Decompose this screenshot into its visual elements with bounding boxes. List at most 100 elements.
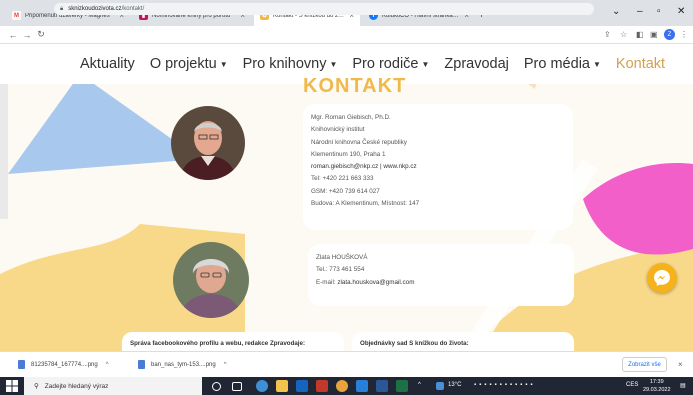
close-icon[interactable]: × [678,360,683,369]
contact-line: Národní knihovna České republiky [311,138,407,146]
contact-card-zlata-houskova: Zlata HOUŠKOVÁ Tel.: 773 461 554 E-mail:… [308,244,574,306]
edge-icon[interactable] [256,380,268,392]
box-heading: Objednávky sad S knížkou do života: [360,340,469,347]
menu-label: Pro rodiče [352,56,419,72]
star-icon[interactable]: ☆ [620,30,627,39]
download-filename: 81235784_167774....png [31,361,98,368]
info-box-facebook: Správa facebookového profilu a webu, red… [122,332,344,351]
menu-label: Aktuality [80,56,135,72]
menu-label: Pro knihovny [242,56,327,72]
notifications-icon[interactable]: ▤ [680,382,686,389]
contact-line: Knihovnický institut [311,126,365,134]
search-placeholder: Zadejte hledaný výraz [44,382,109,390]
menu-item-pro-media[interactable]: Pro média ▼ [524,56,601,72]
menu-label: Zpravodaj [444,56,509,72]
chrome-icon[interactable] [336,380,348,392]
file-icon [138,360,145,369]
menu-item-zpravodaj[interactable]: Zpravodaj [444,56,508,72]
cortana-icon[interactable] [212,382,221,391]
show-all-downloads-button[interactable]: Zobrazit vše [622,357,667,372]
portrait-man [171,106,245,180]
chevron-up-icon[interactable]: ^ [224,362,227,368]
profile-avatar[interactable]: Z [664,29,675,40]
url-input[interactable]: 🔒︎ sknizkoudozivota.cz/kontakt/ [54,3,594,15]
chevron-down-icon: ▼ [592,59,601,69]
minimize-icon[interactable]: – [637,6,643,17]
weather-temperature[interactable]: 13°C [448,382,461,388]
kebab-menu-icon[interactable]: ⋮ [680,30,688,39]
excel-icon[interactable] [396,380,408,392]
page-title: KONTAKT [303,77,407,93]
system-tray-icons[interactable]: ▪▪▪▪▪▪▪▪▪▪▪▪ [474,382,536,388]
contact-line: Budova: A Klementinum, Místnost: 147 [311,200,420,208]
download-filename: ban_nas_tym-153....png [151,361,216,368]
contact-card-roman-giebisch: Mgr. Roman Giebisch, Ph.D. Knihovnický i… [303,104,573,230]
file-explorer-icon[interactable] [276,380,288,392]
email-label: E-mail: [316,278,336,286]
download-item[interactable]: ban_nas_tym-153....png ^ [138,360,227,369]
store-icon[interactable] [296,380,308,392]
contact-line: GSM: +420 739 614 027 [311,187,380,195]
contact-phone: Tel.: 773 461 554 [316,266,365,274]
menu-item-pro-rodice[interactable]: Pro rodiče ▼ [352,56,429,72]
reload-icon[interactable]: ↻ [34,29,48,40]
email-link[interactable]: roman.giebisch@nkp.cz | www.nkp.cz [311,161,565,173]
box-heading: Správa facebookového profilu a webu, red… [130,340,306,347]
back-icon[interactable]: ← [6,30,20,40]
powerpoint-icon[interactable] [316,380,328,392]
avatar-zlata-houskova [173,242,249,318]
clock-time: 17:39 [649,379,664,385]
contact-line: Mgr. Roman Giebisch, Ph.D. [311,114,391,121]
task-view-icon[interactable] [232,382,242,391]
contact-line: Klementinum 190, Praha 1 [311,150,386,158]
clock-date: 29.03.2022 [643,387,671,393]
url-domain: sknizkoudozivota.cz [68,6,122,12]
chevron-down-icon: ▼ [219,59,228,69]
skype-icon[interactable] [356,380,368,392]
menu-item-aktuality[interactable]: Aktuality [80,56,135,72]
chevron-up-icon[interactable]: ^ [106,362,109,368]
forward-icon[interactable]: → [20,30,34,40]
share-icon[interactable]: ⇪ [604,30,611,39]
taskbar-clock[interactable]: 17:39 29.03.2022 [643,378,671,394]
blue-triangle [8,74,200,174]
menu-label: O projektu [149,56,217,72]
contact-name: Zlata HOUŠKOVÁ [316,254,368,261]
windows-start-icon[interactable] [6,380,18,392]
gmail-icon: M [12,11,21,20]
taskbar-search-input[interactable]: ⚲ Zadejte hledaný výraz [24,377,202,395]
chevron-up-icon[interactable]: ^ [418,382,421,388]
chevron-down-icon: ▼ [329,59,338,69]
weather-icon [436,382,444,390]
url-path: /kontakt/ [121,6,145,12]
windows-taskbar: ⚲ Zadejte hledaný výraz ^ 13°C ▪▪▪▪▪▪▪▪▪… [0,377,693,395]
address-bar: ← → ↻ [0,26,693,44]
info-box-orders: Objednávky sad S knížkou do života: [352,332,574,351]
language-indicator[interactable]: CES [626,382,638,388]
menu-item-o-projektu[interactable]: O projektu ▼ [150,56,228,72]
file-icon [18,360,25,369]
close-window-icon[interactable]: ✕ [677,6,685,17]
menu-item-kontakt[interactable]: Kontakt [616,56,665,72]
messenger-chat-button[interactable] [647,263,677,293]
lock-icon: 🔒︎ [60,5,64,12]
word-icon[interactable] [376,380,388,392]
maximize-icon[interactable]: ▫ [657,6,661,17]
menu-item-pro-knihovny[interactable]: Pro knihovny ▼ [243,56,338,72]
downloads-bar: 81235784_167774....png ^ ban_nas_tym-153… [0,351,693,377]
page-content: Aktuality O projektu ▼ Pro knihovny ▼ Pro … [0,44,693,351]
messenger-icon [654,270,670,286]
extensions-icon[interactable]: ▣ [650,30,658,39]
contact-line: Tel: +420 221 663 333 [311,175,374,183]
chevron-down-icon: ▼ [421,59,430,69]
download-item[interactable]: 81235784_167774....png ^ [18,360,109,369]
menu-label: Pro média [523,56,590,72]
portrait-woman [173,242,249,318]
email-link[interactable]: zlata.houskova@gmail.com [337,279,414,286]
search-icon: ⚲ [34,383,39,390]
left-edge-strip [0,69,8,219]
menu-label: Kontakt [615,56,666,72]
pink-blob [583,163,693,255]
sidebar-icon[interactable]: ◧ [636,30,644,39]
chevron-down-icon[interactable]: ⌄ [612,6,620,17]
